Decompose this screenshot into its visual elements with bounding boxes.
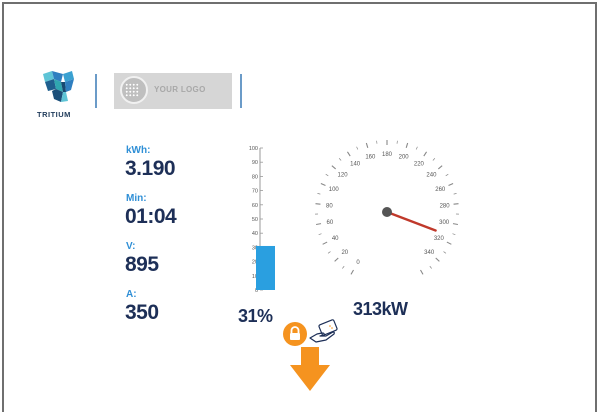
down-arrow-icon xyxy=(288,347,332,393)
speedo-tick-label: 60 xyxy=(327,220,334,226)
speedo-tick xyxy=(339,158,341,160)
speedo-tick xyxy=(430,266,432,268)
speedo-tick xyxy=(438,166,442,169)
speedo-tick xyxy=(323,242,327,244)
speedo-tick xyxy=(424,152,427,156)
speedo-tick-label: 240 xyxy=(426,173,437,179)
speedo-hub xyxy=(382,207,392,217)
speedo-tick xyxy=(447,242,451,244)
charging-card-icon xyxy=(308,318,344,344)
speedo-tick-label: 300 xyxy=(439,220,450,226)
speedo-tick xyxy=(321,183,326,185)
speedo-tick xyxy=(444,252,446,254)
speedo-tick-label: 100 xyxy=(329,187,340,193)
speedo-tick-label: 280 xyxy=(440,203,451,209)
speedo-tick xyxy=(342,266,344,268)
speedo-tick xyxy=(366,143,367,148)
speedo-tick xyxy=(406,143,407,148)
speedo-tick-label: 260 xyxy=(435,187,446,193)
speedo-tick-label: 340 xyxy=(424,250,435,256)
speedo-tick xyxy=(453,224,458,225)
speedo-tick xyxy=(316,224,321,225)
speedo-tick xyxy=(315,204,320,205)
speedo-tick xyxy=(454,193,457,194)
speedo-tick xyxy=(421,270,424,274)
speedo-tick-label: 80 xyxy=(326,203,333,209)
speedo-tick-label: 320 xyxy=(434,236,445,242)
charger-screen: TRITIUM YOUR LOGO kWh: 3.190 Min: 01:04 … xyxy=(2,2,597,412)
speedo-tick xyxy=(446,174,449,176)
lock-icon xyxy=(283,322,307,346)
speedo-tick xyxy=(357,147,358,150)
speedo-tick-label: 140 xyxy=(350,162,361,168)
speedo-tick xyxy=(319,234,322,235)
speedo-tick xyxy=(454,204,459,205)
speedo-tick xyxy=(449,183,454,185)
speedo-needle xyxy=(387,212,436,230)
speedo-tick-label: 180 xyxy=(382,152,393,158)
speedo-tick-label: 160 xyxy=(365,154,376,160)
speedo-tick-label: 40 xyxy=(332,236,339,242)
speedo-tick xyxy=(351,270,354,274)
speedo-tick-label: 20 xyxy=(341,250,348,256)
speedo-tick-label: 120 xyxy=(338,173,349,179)
speedo-tick-label: 220 xyxy=(414,162,425,168)
speedo-tick xyxy=(317,193,320,194)
speedo-tick xyxy=(433,158,435,160)
speedo-tick xyxy=(347,152,350,156)
speedo-tick xyxy=(416,147,417,150)
speedo-tick xyxy=(452,234,455,235)
speedo-tick xyxy=(436,258,440,261)
power-output: 313kW xyxy=(353,299,408,320)
speedo-tick xyxy=(332,166,336,169)
speedo-tick xyxy=(335,258,339,261)
speedo-tick-label: 200 xyxy=(399,154,410,160)
speedo-tick-label: 0 xyxy=(356,260,360,266)
speedo-tick xyxy=(326,174,329,176)
speedo-tick xyxy=(328,252,330,254)
